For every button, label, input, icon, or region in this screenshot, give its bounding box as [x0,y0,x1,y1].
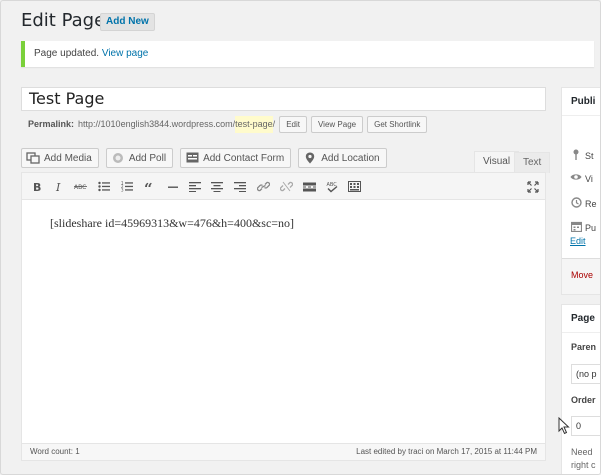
publish-box-title[interactable]: Publi [562,88,600,116]
bullet-list-icon[interactable] [95,178,113,195]
tab-text[interactable]: Text [514,152,551,173]
strikethrough-icon[interactable]: ABC [72,178,90,195]
permalink-edit-button[interactable]: Edit [279,116,307,133]
order-input[interactable]: 0 [571,416,600,436]
svg-text:ABC: ABC [74,184,86,191]
add-poll-label: Add Poll [128,152,167,164]
svg-text:3: 3 [121,188,124,193]
publish-date-label: Pu [585,223,597,233]
bold-icon[interactable]: B [28,178,46,195]
eye-icon [570,173,582,184]
move-to-trash-link[interactable]: Move [571,270,593,280]
get-shortlink-button[interactable]: Get Shortlink [367,116,428,133]
publish-date-edit-link[interactable]: Edit [570,236,586,246]
tab-visual[interactable]: Visual [474,151,520,172]
publish-visibility-label: Vi [585,173,593,184]
unlink-icon[interactable] [277,178,295,195]
permalink-slug[interactable]: test-page [235,116,273,133]
permalink-base: http://1010english3844.wordpress.com/ [78,119,236,129]
page-attributes-title[interactable]: Page [562,305,600,333]
add-media-label: Add Media [44,152,92,164]
update-notice: Page updated. View page [21,41,594,67]
horizontal-rule-icon[interactable] [164,178,182,195]
spellcheck-icon[interactable]: ABC [323,178,341,195]
blockquote-icon[interactable]: “ [141,178,159,195]
svg-text:“: “ [144,182,153,192]
app-window: Edit Page Add New Page updated. View pag… [0,0,601,475]
help-text-line1: Need [571,447,593,457]
link-icon[interactable] [254,178,272,195]
permalink-bar: Permalink: http://1010english3844.wordpr… [28,116,428,133]
content-editor: B I ABC 123 “ ABC [slideshare id=4596931… [21,172,546,461]
add-poll-button[interactable]: Add Poll [105,148,174,168]
publish-status-row: St [570,149,594,163]
add-location-button[interactable]: Add Location [298,148,387,168]
post-title-input[interactable]: Test Page [21,87,546,111]
publish-date-row: Pu [570,221,596,235]
parent-label: Paren [571,342,597,352]
parent-select[interactable]: (no p [571,364,600,384]
order-label: Order [571,395,596,405]
add-location-label: Add Location [321,152,380,164]
editor-content[interactable]: [slideshare id=45969313&w=476&h=400&sc=n… [22,200,545,434]
media-icon [26,152,40,164]
svg-text:I: I [55,181,61,192]
editor-toolbar: B I ABC 123 “ ABC [22,173,545,200]
publish-revisions-row: Re [570,197,597,211]
publish-revisions-label: Re [585,199,597,209]
add-contact-form-label: Add Contact Form [203,152,285,164]
add-new-button[interactable]: Add New [100,13,155,31]
publish-status-label: St [585,151,594,161]
numbered-list-icon[interactable]: 123 [118,178,136,195]
page-title: Edit Page [21,10,106,31]
pin-icon [570,149,582,163]
publish-box: Publi St Vi Re Pu Edit Move [561,87,600,295]
history-icon [570,197,582,211]
read-more-icon[interactable] [300,178,318,195]
svg-text:B: B [33,181,41,192]
distraction-free-icon[interactable] [524,178,542,195]
view-page-link[interactable]: View page [102,48,149,59]
permalink-label: Permalink: [28,119,75,129]
contact-form-icon [185,152,199,164]
italic-icon[interactable]: I [50,178,68,195]
notice-text: Page updated. [34,48,100,59]
permalink-trail: / [272,119,276,129]
toolbar-toggle-icon[interactable] [345,178,363,195]
publish-box-footer: Move [562,258,600,294]
calendar-icon [570,221,582,235]
align-center-icon[interactable] [208,178,226,195]
publish-visibility-row: Vi [570,173,593,184]
align-left-icon[interactable] [186,178,204,195]
mouse-cursor-icon [558,417,570,435]
page-attributes-box: Page Paren (no p Order 0 Need right c [561,304,600,474]
editor-status-bar: Word count: 1 Last edited by traci on Ma… [22,443,545,460]
location-pin-icon [303,152,317,164]
align-right-icon[interactable] [231,178,249,195]
view-page-button[interactable]: View Page [310,116,364,133]
media-buttons: Add Media Add Poll Add Contact Form Add … [21,148,394,168]
poll-icon [111,152,125,164]
help-text-line2: right c [571,460,596,470]
add-contact-form-button[interactable]: Add Contact Form [180,148,292,168]
add-media-button[interactable]: Add Media [21,148,99,168]
word-count: Word count: 1 [30,447,80,456]
last-edited: Last edited by traci on March 17, 2015 a… [356,447,537,456]
